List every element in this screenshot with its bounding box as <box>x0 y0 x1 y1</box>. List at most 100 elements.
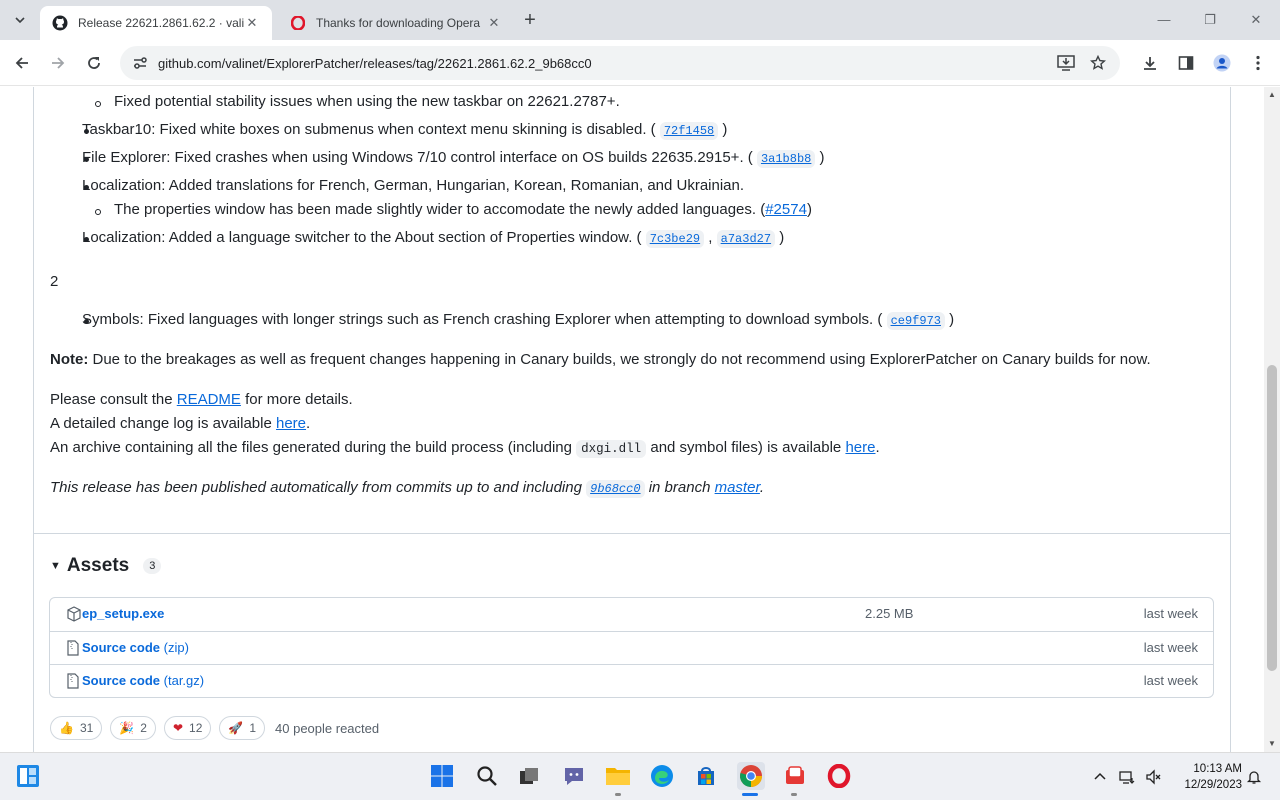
task-view-icon[interactable] <box>516 763 542 789</box>
list-bullet <box>95 101 101 107</box>
text: . <box>759 479 765 496</box>
install-app-icon[interactable] <box>1056 53 1076 73</box>
asset-name-link[interactable]: Source code (tar.gz) <box>82 673 204 688</box>
text: and symbol files) is available <box>646 439 846 456</box>
reaction-rocket[interactable]: 🚀 1 <box>219 716 266 740</box>
chevron-down-icon <box>15 17 25 24</box>
divider <box>34 533 1230 534</box>
volume-muted-icon[interactable] <box>1145 769 1161 785</box>
list-item-end: ) <box>819 149 825 166</box>
asset-name: ep_setup.exe <box>82 606 165 621</box>
reactions-summary: 40 people reacted <box>275 720 380 736</box>
tab-search-button[interactable] <box>8 8 32 32</box>
commit-link[interactable]: ce9f973 <box>886 312 945 330</box>
page-content: Fixed potential stability issues when us… <box>0 87 1264 752</box>
asset-row[interactable]: Source code (zip) last week <box>50 631 1213 664</box>
store-icon[interactable] <box>693 763 719 789</box>
package-icon <box>67 606 81 622</box>
profile-avatar-icon[interactable] <box>1210 51 1234 75</box>
text: . <box>306 415 311 432</box>
commit-link[interactable]: 3a1b8b8 <box>756 150 816 168</box>
active-indicator <box>742 793 758 796</box>
asset-row[interactable]: Source code (tar.gz) last week <box>50 664 1213 697</box>
clock-time: 10:13 AM <box>1193 763 1242 775</box>
opera-icon[interactable] <box>826 763 852 789</box>
reaction-heart[interactable]: ❤ 12 <box>163 716 212 740</box>
tab-title: Thanks for downloading Opera <box>316 16 481 30</box>
running-indicator <box>791 793 797 796</box>
asset-name-link[interactable]: Source code (zip) <box>82 640 189 655</box>
reaction-hooray[interactable]: 🎉 2 <box>110 716 156 740</box>
address-bar[interactable]: github.com/valinet/ExplorerPatcher/relea… <box>120 46 1120 80</box>
list-item-text: Localization: Added a language switcher … <box>82 229 642 246</box>
new-tab-button[interactable]: + <box>520 10 540 30</box>
tab-github-release[interactable]: Release 22621.2861.62.2 · valinet ✕ <box>40 6 272 40</box>
commit-link[interactable]: 9b68cc0 <box>586 480 645 498</box>
text: A detailed change log is available <box>50 415 276 432</box>
list-item: Localization: Added a language switcher … <box>82 229 785 248</box>
list-item-end: ) <box>806 201 812 218</box>
assets-toggle[interactable]: ▼ Assets 3 <box>50 555 162 577</box>
readme-link[interactable]: README <box>177 391 241 408</box>
reaction-thumbs-up[interactable]: 👍 31 <box>50 716 103 740</box>
reaction-count: 1 <box>249 721 257 735</box>
tab-opera-download[interactable]: Thanks for downloading Opera ✕ <box>278 6 514 40</box>
restore-icon[interactable]: ❐ <box>1198 8 1222 32</box>
file-explorer-icon[interactable] <box>605 763 631 789</box>
tab-close-icon[interactable]: ✕ <box>244 15 260 31</box>
scroll-down-icon[interactable]: ▼ <box>1264 736 1280 752</box>
rocket-icon: 🚀 <box>228 721 244 735</box>
list-item: Localization: Added translations for Fre… <box>82 177 744 194</box>
asset-name-link[interactable]: ep_setup.exe <box>82 606 164 621</box>
menu-kebab-icon[interactable] <box>1246 51 1270 75</box>
tab-close-icon[interactable]: ✕ <box>486 15 502 31</box>
scroll-up-icon[interactable]: ▲ <box>1264 87 1280 103</box>
bookmark-star-icon[interactable] <box>1088 53 1108 73</box>
forward-icon[interactable] <box>46 51 70 75</box>
commit-link[interactable]: 72f1458 <box>659 122 719 140</box>
commit-link[interactable]: a7a3d27 <box>716 230 776 248</box>
site-info-icon[interactable] <box>130 53 150 73</box>
changelog-link[interactable]: here <box>276 415 306 432</box>
back-icon[interactable] <box>10 51 34 75</box>
asset-row[interactable]: ep_setup.exe 2.25 MB last week <box>50 598 1213 631</box>
app-icon[interactable] <box>782 763 808 789</box>
clock-date: 12/29/2023 <box>1184 779 1242 791</box>
list-item-text: Fixed potential stability issues when us… <box>114 93 620 110</box>
auto-publish-paragraph: This release has been published automati… <box>50 479 765 498</box>
heart-icon: ❤ <box>172 721 184 735</box>
scrollbar-thumb[interactable] <box>1267 365 1277 671</box>
list-item: Taskbar10: Fixed white boxes on submenus… <box>82 121 727 140</box>
system-clock[interactable]: 10:13 AM 12/29/2023 <box>1168 761 1242 793</box>
page-scrollbar[interactable]: ▲ ▼ <box>1264 87 1280 752</box>
network-icon[interactable] <box>1119 769 1135 785</box>
reload-icon[interactable] <box>82 51 106 75</box>
close-window-icon[interactable]: ✕ <box>1244 8 1268 32</box>
text: Please consult the <box>50 391 177 408</box>
list-item-text: File Explorer: Fixed crashes when using … <box>82 149 753 166</box>
side-panel-icon[interactable] <box>1174 51 1198 75</box>
commit-link[interactable]: 7c3be29 <box>645 230 705 248</box>
tab-title: Release 22621.2861.62.2 · valinet <box>78 16 244 30</box>
search-icon[interactable] <box>474 763 500 789</box>
downloads-icon[interactable] <box>1138 51 1162 75</box>
issue-link[interactable]: #2574 <box>765 201 807 218</box>
list-item-end: ) <box>949 311 955 328</box>
inline-code: dxgi.dll <box>576 440 647 458</box>
list-item-text: Taskbar10: Fixed white boxes on submenus… <box>82 121 656 138</box>
minimize-icon[interactable]: — <box>1152 8 1176 32</box>
widgets-icon[interactable] <box>15 763 41 789</box>
github-icon <box>52 15 68 31</box>
edge-icon[interactable] <box>649 763 675 789</box>
chevron-up-icon[interactable] <box>1092 769 1108 785</box>
notifications-icon[interactable] <box>1246 769 1262 785</box>
assets-count-badge: 3 <box>143 558 162 574</box>
text: for more details. <box>240 391 353 408</box>
archive-paragraph: An archive containing all the files gene… <box>50 439 880 458</box>
list-item-text: Localization: Added translations for Fre… <box>82 177 745 194</box>
start-icon[interactable] <box>429 763 455 789</box>
chrome-icon[interactable] <box>737 762 765 790</box>
archive-link[interactable]: here <box>845 439 875 456</box>
branch-link[interactable]: master <box>715 479 760 496</box>
teams-chat-icon[interactable] <box>561 763 587 789</box>
